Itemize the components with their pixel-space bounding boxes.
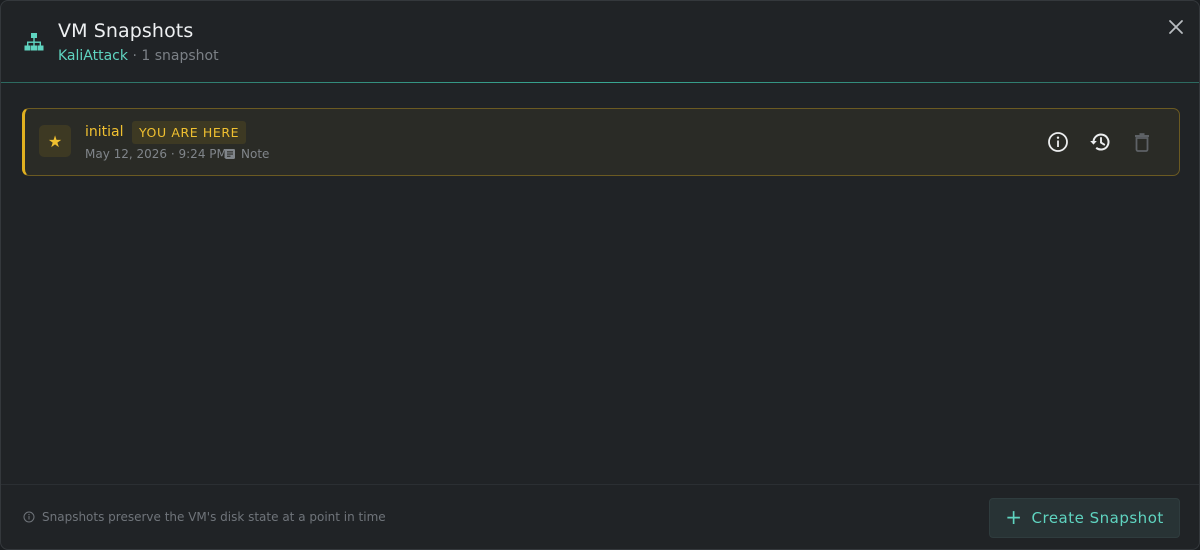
snapshot-date: May 12, 2026 · 9:24 PM [85, 147, 227, 161]
star-icon: ★ [39, 125, 71, 157]
restore-icon [1090, 133, 1110, 151]
snapshot-name: initial [85, 124, 124, 140]
dialog-subtitle: KaliAttack · 1 snapshot [58, 48, 219, 64]
snapshot-count: · 1 snapshot [128, 48, 219, 64]
dialog-header: VM Snapshots KaliAttack · 1 snapshot [1, 1, 1199, 83]
vm-name: KaliAttack [58, 48, 128, 64]
footer-hint: Snapshots preserve the VM's disk state a… [23, 510, 386, 524]
footer-divider [1, 484, 1199, 485]
info-icon [23, 511, 35, 523]
header-divider [1, 82, 1199, 83]
note-label: Note [241, 147, 270, 161]
info-button[interactable] [1046, 130, 1070, 154]
info-icon [1048, 132, 1068, 152]
current-state-badge: YOU ARE HERE [132, 121, 247, 144]
delete-button[interactable] [1130, 130, 1154, 154]
delete-icon [1135, 133, 1149, 152]
snapshot-row[interactable]: ★ initial YOU ARE HERE May 12, 2026 · 9:… [22, 108, 1180, 176]
plus-icon: + [1005, 504, 1023, 529]
dialog-title: VM Snapshots [58, 20, 194, 42]
note-link[interactable]: Note [224, 147, 269, 161]
restore-button[interactable] [1088, 130, 1112, 154]
create-snapshot-button[interactable]: + Create Snapshot [989, 498, 1180, 538]
note-icon [225, 149, 235, 159]
create-snapshot-label: Create Snapshot [1031, 509, 1164, 527]
footer-hint-text: Snapshots preserve the VM's disk state a… [42, 510, 386, 524]
sitemap-icon [24, 33, 44, 51]
snapshots-dialog: VM Snapshots KaliAttack · 1 snapshot ★ i… [0, 0, 1200, 550]
close-icon[interactable] [1165, 16, 1187, 38]
